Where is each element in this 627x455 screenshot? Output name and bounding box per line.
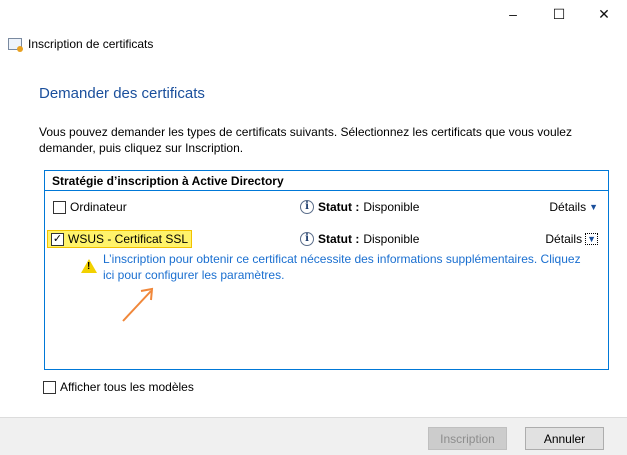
minimize-button[interactable]: – — [490, 0, 536, 28]
window-title: Inscription de certificats — [8, 37, 153, 52]
certificate-item-wsus[interactable]: ✓ WSUS - Certificat SSL — [47, 230, 193, 248]
description-text: Vous pouvez demander les types de certif… — [39, 125, 572, 155]
close-button[interactable]: ✕ — [581, 0, 627, 28]
checkbox-ordinateur[interactable] — [53, 200, 66, 214]
status-wsus: i Statut : Disponible — [300, 232, 419, 246]
cancel-button[interactable]: Annuler — [525, 427, 604, 450]
certificate-item-ordinateur[interactable]: Ordinateur — [53, 200, 127, 214]
configure-settings-link[interactable]: L’inscription pour obtenir ce certificat… — [103, 251, 583, 283]
warning-icon: ! — [81, 259, 97, 273]
details-toggle-ordinateur[interactable]: Détails ▼ — [549, 200, 598, 214]
status-ordinateur: i Statut : Disponible — [300, 200, 419, 214]
maximize-button[interactable]: ☐ — [536, 0, 582, 28]
checkbox-wsus[interactable]: ✓ — [51, 232, 64, 246]
info-icon: i — [300, 232, 314, 246]
chevron-down-icon: ▼ — [585, 233, 598, 245]
checkbox-show-all[interactable] — [43, 380, 56, 394]
certificate-list: Stratégie d’inscription à Active Directo… — [44, 170, 609, 370]
show-all-templates-checkbox[interactable]: Afficher tous les modèles — [43, 380, 194, 394]
page-heading: Demander des certificats — [39, 85, 205, 102]
info-icon: i — [300, 200, 314, 214]
certificate-icon — [8, 38, 23, 52]
details-toggle-wsus[interactable]: Détails ▼ — [545, 232, 598, 246]
policy-title: Stratégie d’inscription à Active Directo… — [45, 171, 608, 191]
chevron-down-icon: ▼ — [589, 202, 598, 212]
enroll-button[interactable]: Inscription — [428, 427, 507, 450]
arrow-annotation-icon — [122, 287, 154, 322]
footer: Inscription Annuler — [0, 417, 627, 455]
